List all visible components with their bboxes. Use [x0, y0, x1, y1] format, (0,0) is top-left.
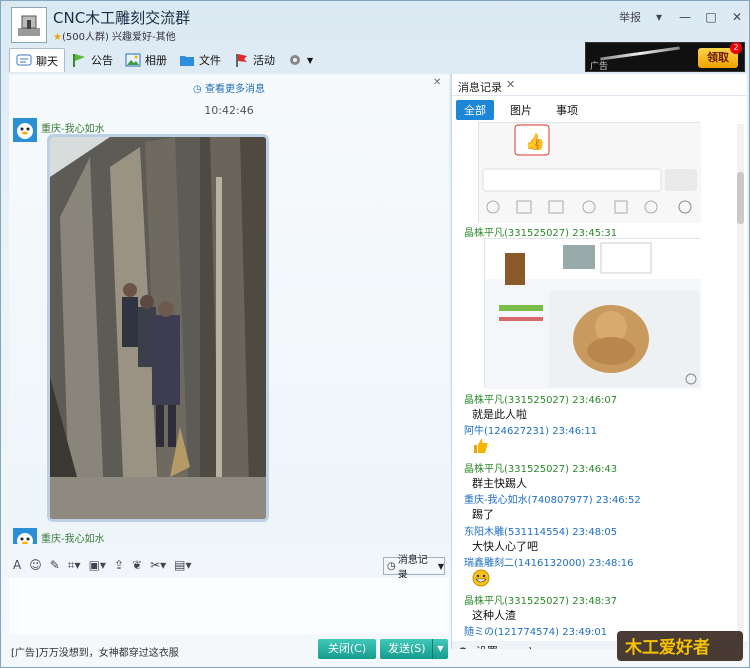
history-image-screenshot[interactable]: 👍 — [478, 122, 701, 223]
tab-chat[interactable]: 聊天 — [9, 48, 65, 72]
grin-emoji-icon — [472, 569, 490, 587]
bottom-ad-link[interactable]: [广告]万万没想到，女神都穿过这衣服 — [11, 644, 179, 659]
history-panel-header: 消息记录 ✕ — [452, 74, 747, 96]
view-more-messages-link[interactable]: ◷ 查看更多消息 — [9, 80, 449, 95]
group-member-info: ★(500人群) 兴趣爱好-其他 — [53, 32, 176, 43]
screenshot-scissors-icon[interactable]: ✂▾ — [150, 558, 166, 572]
history-entry-header: 晶株平凡(331525027) 23:45:31 — [464, 228, 618, 239]
event-flag-icon — [236, 54, 247, 67]
window-controls: 举报 ▾ — □ ✕ — [619, 9, 745, 25]
watermark-logo: 木工爱好者 — [617, 629, 743, 663]
chevron-down-icon: ▼ — [437, 561, 444, 571]
history-clock-icon: ◷ — [387, 560, 396, 572]
chat-bubble-icon — [16, 54, 32, 65]
svg-text:木工爱好者: 木工爱好者 — [624, 637, 710, 658]
message-input[interactable] — [9, 578, 449, 634]
history-entry-text: 这种人渣 — [472, 609, 516, 622]
speaker-icon[interactable]: ◄) — [520, 645, 533, 650]
history-settings-button[interactable]: 设置 — [476, 643, 498, 649]
message-history-button[interactable]: ◷ 消息记录 ▼ — [383, 555, 445, 581]
emoji-icon[interactable]: ☺ — [29, 558, 42, 572]
history-entry-header: 瑞鑫雕刻二(1416132000) 23:48:16 — [464, 558, 634, 569]
history-entry-header: 重庆-我心如水(740807977) 23:46:52 — [464, 495, 641, 506]
filter-images[interactable]: 图片 — [502, 100, 540, 120]
minimize-button[interactable]: — — [677, 10, 693, 24]
chevron-down-icon: ▼ — [307, 55, 314, 65]
history-image-screenshot[interactable] — [484, 238, 701, 389]
gear-icon — [290, 55, 300, 65]
history-entry-text: 群主快踢人 — [472, 477, 527, 490]
history-filter-tabs: 全部 图片 事项 — [456, 100, 586, 120]
menu-dropdown-icon[interactable]: ▾ — [651, 10, 667, 24]
history-entry-header: 晶株平凡(331525027) 23:46:07 — [464, 395, 618, 406]
avatar[interactable] — [13, 118, 37, 142]
send-button[interactable]: 发送(S) ▼ — [380, 639, 448, 659]
message-history-panel: 消息记录 ✕ 全部 图片 事项 👍 晶株平凡(331525027) 23:45:… — [451, 74, 747, 649]
ad-banner[interactable]: 广告 领取 2 — [585, 42, 745, 72]
history-tab[interactable]: 消息记录 — [458, 79, 502, 95]
ad-badge: 2 — [730, 42, 742, 54]
shake-icon[interactable]: ⌗▾ — [68, 558, 81, 573]
close-chat-button[interactable]: 关闭(C) — [318, 639, 376, 659]
gear-icon[interactable]: ⚙ — [458, 645, 468, 650]
album-picture-icon — [125, 53, 141, 67]
star-icon: ★ — [53, 32, 62, 43]
message-timestamp: 10:42:46 — [204, 104, 254, 117]
group-name: CNC木工雕刻交流群 — [53, 9, 191, 27]
more-apps-button[interactable]: ▼ — [281, 48, 319, 72]
thumbs-up-icon: 👍 — [525, 132, 545, 151]
tab-album[interactable]: 相册 — [119, 48, 173, 72]
send-options-chevron-icon[interactable]: ▼ — [432, 639, 448, 659]
lumber-yard-photo — [50, 137, 266, 519]
gift-icon[interactable]: ❦ — [132, 558, 142, 572]
ad-label: 广告 — [590, 62, 609, 72]
maximize-button[interactable]: □ — [703, 10, 719, 24]
history-entry-text: 踢了 — [472, 508, 494, 521]
penguin-avatar-icon — [13, 528, 37, 544]
magic-wand-icon[interactable]: ✎ — [50, 558, 60, 572]
search-icon[interactable]: ⌕ — [506, 644, 512, 649]
filter-all[interactable]: 全部 — [456, 100, 494, 120]
message-sender: 重庆-我心如水 — [41, 124, 105, 135]
title-bar: CNC木工雕刻交流群 ★(500人群) 兴趣爱好-其他 举报 ▾ — □ ✕ — [1, 1, 749, 45]
folder-icon — [180, 56, 194, 66]
close-button[interactable]: ✕ — [729, 10, 745, 24]
chat-input-screenshot: 👍 — [479, 123, 701, 223]
close-panel-icon[interactable]: ✕ — [433, 77, 441, 88]
group-toolbar: 聊天 公告 相册 文件 活动 ▼ — [9, 48, 319, 72]
sword-graphic — [600, 46, 680, 61]
thumbs-up-icon — [472, 437, 490, 455]
history-entry-header: 晶株平凡(331525027) 23:46:43 — [464, 464, 618, 475]
cnc-machine-icon — [18, 15, 40, 36]
history-entry-header: 晶株平凡(331525027) 23:48:37 — [464, 596, 618, 607]
avatar[interactable] — [13, 528, 37, 544]
group-avatar[interactable] — [11, 7, 47, 43]
history-entry-text: 就是此人啦 — [472, 408, 527, 421]
tab-files[interactable]: 文件 — [173, 48, 227, 72]
more-tools-icon[interactable]: ▤▾ — [174, 558, 191, 572]
message-sender: 重庆-我心如水 — [41, 534, 105, 544]
chat-message-area[interactable]: ◷ 查看更多消息 10:42:46 重庆-我心如水 重庆-我心如水 — [9, 74, 449, 544]
tab-events[interactable]: 活动 — [227, 48, 281, 72]
font-icon[interactable]: A — [13, 558, 21, 572]
notice-flag-icon — [73, 54, 85, 67]
qq-group-chat-window: CNC木工雕刻交流群 ★(500人群) 兴趣爱好-其他 举报 ▾ — □ ✕ 聊… — [0, 0, 750, 668]
penguin-avatar-icon — [13, 118, 37, 142]
history-scrollbar[interactable] — [737, 124, 744, 644]
report-button[interactable]: 举报 — [619, 9, 641, 25]
message-photo[interactable] — [47, 134, 269, 522]
carving-screenshot — [485, 239, 701, 389]
tab-notice[interactable]: 公告 — [65, 48, 119, 72]
scrollbar-thumb[interactable] — [737, 172, 744, 224]
history-entry-header: 阿牛(124627231) 23:46:11 — [464, 426, 598, 437]
history-entry-header: 随ミの(121774574) 23:49:01 — [464, 627, 608, 638]
upload-icon[interactable]: ⇪ — [114, 558, 124, 572]
close-history-icon[interactable]: ✕ — [506, 78, 515, 91]
history-entry-header: 东阳木雕(531114554) 23:48:05 — [464, 527, 618, 538]
history-entry-text: 大快人心了吧 — [472, 540, 538, 553]
clock-icon: ◷ — [193, 84, 202, 95]
filter-items[interactable]: 事项 — [548, 100, 586, 120]
image-icon[interactable]: ▣▾ — [89, 558, 106, 572]
